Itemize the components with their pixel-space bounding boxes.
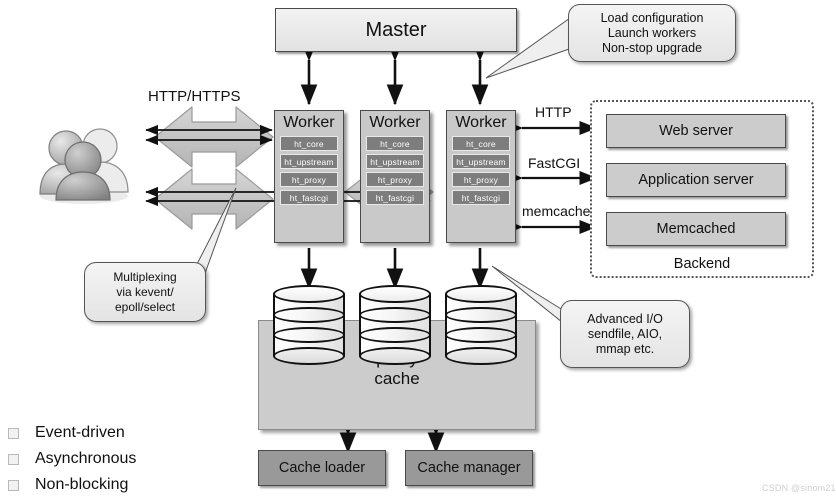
client-traffic-arrow-top (154, 106, 274, 168)
protocol-label-fastcgi: FastCGI (528, 155, 581, 171)
cache-disk-1 (273, 285, 345, 365)
backend-panel-label: Backend (673, 256, 731, 272)
worker-2-module-ht-upstream[interactable]: ht_upstream (366, 154, 424, 169)
bullet-marker-icon (8, 453, 19, 465)
cache-disk-1-top (273, 285, 345, 303)
cache-disk-3-top (445, 285, 517, 303)
worker-box-1[interactable]: Worker ht_core ht_upstream ht_proxy ht_f… (274, 110, 344, 243)
worker-box-3[interactable]: Worker ht_core ht_upstream ht_proxy ht_f… (446, 110, 516, 243)
bullet-marker-icon (8, 427, 19, 439)
cache-disk-3-bottom (445, 347, 517, 365)
bullet-label-asynchronous: Asynchronous (35, 450, 137, 467)
cache-disk-1-ring-2 (273, 327, 345, 343)
callout-multiplexing: Multiplexing via kevent/ epoll/select (84, 262, 206, 322)
worker-3-module-ht-proxy[interactable]: ht_proxy (452, 172, 510, 187)
worker-box-2[interactable]: Worker ht_core ht_upstream ht_proxy ht_f… (360, 110, 430, 243)
master-label: Master (365, 18, 427, 41)
callout-mux-line-3: epoll/select (114, 299, 176, 314)
cache-disk-2-ring-1 (359, 307, 431, 323)
callout-advanced-io: Advanced I/O sendfile, AIO, mmap etc. (560, 300, 690, 368)
callout-io-line-1: Advanced I/O (587, 311, 663, 326)
worker-3-module-ht-core[interactable]: ht_core (452, 136, 510, 151)
bullet-item-asynchronous: Asynchronous (8, 446, 228, 472)
worker-3-module-ht-upstream[interactable]: ht_upstream (452, 154, 510, 169)
callout-master-responsibilities: Load configuration Launch workers Non-st… (568, 4, 736, 62)
cache-disk-3-ring-2 (445, 327, 517, 343)
cache-loader-box[interactable]: Cache loader (258, 450, 386, 486)
worker-1-module-ht-fastcgi[interactable]: ht_fastcgi (280, 190, 338, 205)
cache-disk-1-bottom (273, 347, 345, 365)
protocol-label-memcache: memcache (522, 203, 591, 219)
worker-1-module-ht-upstream[interactable]: ht_upstream (280, 154, 338, 169)
worker-2-module-ht-fastcgi[interactable]: ht_fastcgi (366, 190, 424, 205)
bullet-label-non-blocking: Non-blocking (35, 476, 129, 493)
client-traffic-arrow-bottom (154, 168, 274, 230)
master-process-box[interactable]: Master (275, 8, 517, 52)
cache-disk-2-top (359, 285, 431, 303)
callout-master-line-3: Non-stop upgrade (601, 40, 703, 55)
callout-master-line-1: Load configuration (600, 10, 704, 25)
callout-master-line-2: Launch workers (607, 25, 697, 40)
cache-manager-label: Cache manager (417, 460, 521, 476)
worker-3-module-ht-fastcgi[interactable]: ht_fastcgi (452, 190, 510, 205)
worker-2-module-ht-core[interactable]: ht_core (366, 136, 424, 151)
worker-label-1: Worker (283, 114, 335, 131)
callout-io-line-2: sendfile, AIO, (587, 326, 663, 341)
backend-item-web-server-label: Web server (659, 123, 733, 139)
client-protocol-label: HTTP/HTTPS (148, 88, 241, 105)
cache-manager-box[interactable]: Cache manager (405, 450, 533, 486)
worker-disk-links (300, 248, 489, 290)
watermark-text: CSDN @sinom21 (762, 483, 836, 493)
nginx-architecture-diagram: Master Load configuration Launch workers… (0, 0, 836, 500)
cache-disk-2-ring-2 (359, 327, 431, 343)
backend-item-application-server[interactable]: Application server (606, 163, 786, 197)
cache-disk-3 (445, 285, 517, 365)
backend-item-application-server-label: Application server (638, 172, 754, 188)
worker-label-3: Worker (455, 114, 507, 131)
proxy-cache-line-2: cache (374, 369, 420, 388)
backend-panel: Web server Application server Memcached … (590, 100, 814, 278)
cache-loader-label: Cache loader (278, 460, 366, 476)
callout-mux-line-2: via kevent/ (116, 284, 174, 299)
protocol-label-http: HTTP (535, 104, 572, 120)
feature-bullet-list: Event-driven Asynchronous Non-blocking (8, 420, 228, 498)
bullet-item-non-blocking: Non-blocking (8, 472, 228, 498)
worker-1-module-ht-proxy[interactable]: ht_proxy (280, 172, 338, 187)
cache-disk-1-ring-1 (273, 307, 345, 323)
worker-label-2: Worker (369, 114, 421, 131)
bullet-item-event-driven: Event-driven (8, 420, 228, 446)
backend-item-web-server[interactable]: Web server (606, 114, 786, 148)
bullet-label-event-driven: Event-driven (35, 424, 125, 441)
cache-disk-2 (359, 285, 431, 365)
master-worker-links (300, 40, 489, 106)
callout-mux-line-1: Multiplexing (113, 269, 177, 284)
worker-2-module-ht-proxy[interactable]: ht_proxy (366, 172, 424, 187)
users-group-icon (39, 128, 129, 204)
callout-io-line-3: mmap etc. (595, 341, 655, 356)
backend-item-memcached-label: Memcached (656, 221, 736, 237)
backend-item-memcached[interactable]: Memcached (606, 212, 786, 246)
cache-disk-3-ring-1 (445, 307, 517, 323)
worker-1-module-ht-core[interactable]: ht_core (280, 136, 338, 151)
cache-disk-2-bottom (359, 347, 431, 365)
bullet-marker-icon (8, 479, 19, 491)
